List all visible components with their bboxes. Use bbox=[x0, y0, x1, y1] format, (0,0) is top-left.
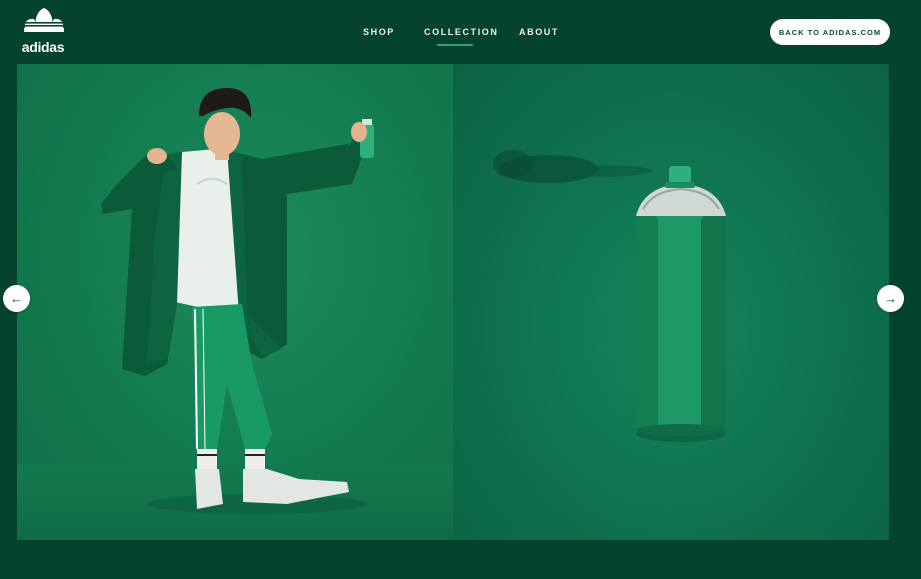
bottom-band bbox=[0, 540, 921, 579]
nav-item-about[interactable]: ABOUT bbox=[519, 27, 559, 37]
hero-image-left bbox=[17, 64, 453, 540]
spray-can-photo bbox=[493, 150, 726, 442]
back-to-adidas-button[interactable]: BACK TO ADIDAS.COM bbox=[770, 19, 890, 45]
active-nav-indicator bbox=[437, 44, 473, 46]
carousel-next-button[interactable]: → bbox=[877, 285, 904, 312]
nav-item-collection[interactable]: COLLECTION bbox=[424, 27, 499, 37]
model-with-spray-can-photo bbox=[101, 88, 374, 514]
nav-item-shop[interactable]: SHOP bbox=[363, 27, 395, 37]
arrow-left-icon: ← bbox=[10, 291, 23, 306]
arrow-right-icon: → bbox=[884, 291, 897, 306]
hero-image-right bbox=[453, 64, 889, 540]
carousel-prev-button[interactable]: ← bbox=[3, 285, 30, 312]
site-header: adidas SHOP COLLECTION ABOUT BACK TO ADI… bbox=[0, 0, 921, 64]
